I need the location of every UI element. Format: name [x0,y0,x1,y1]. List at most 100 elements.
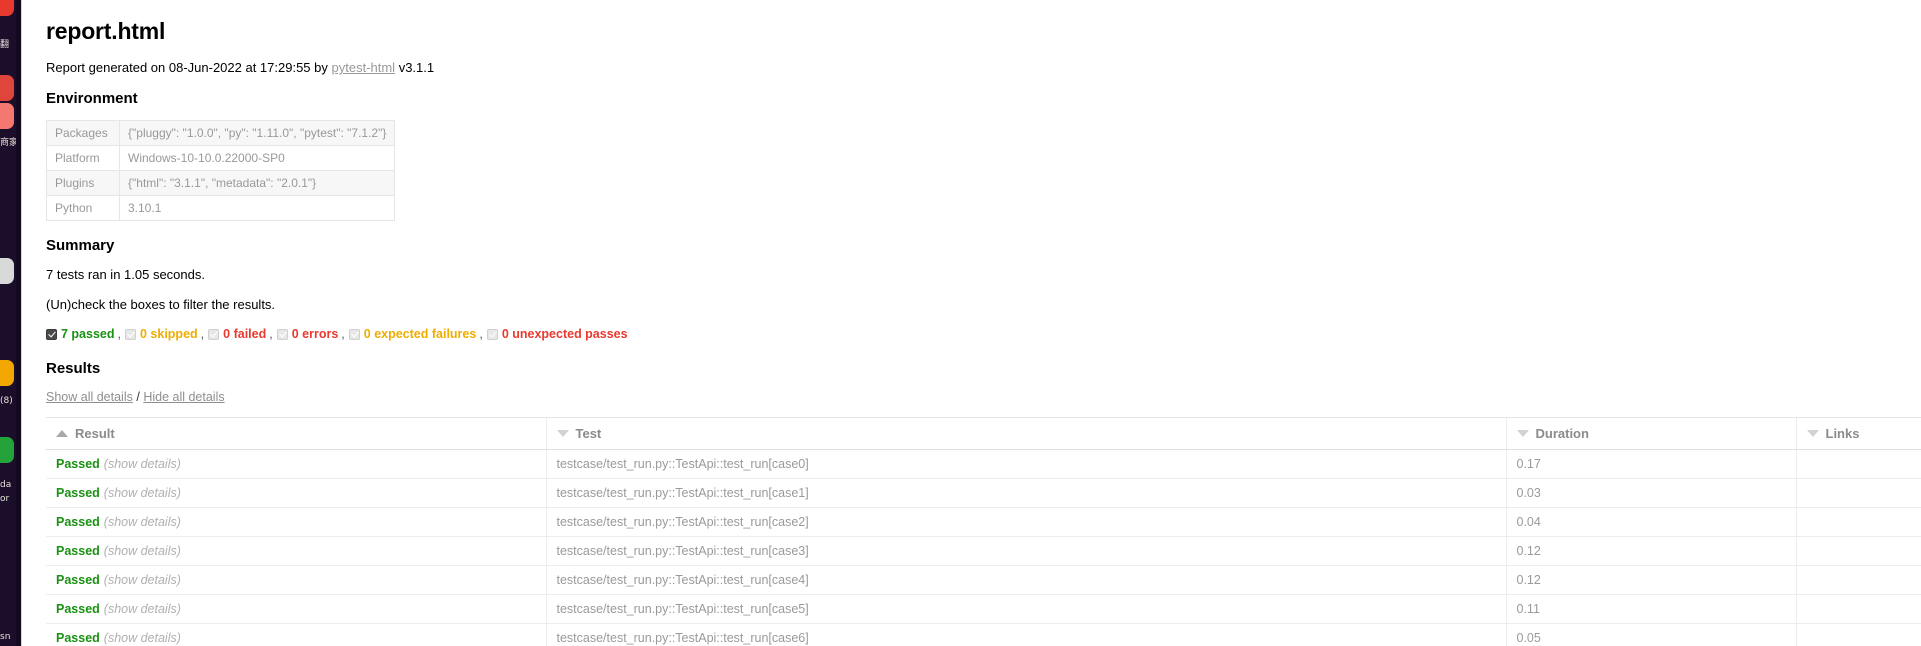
results-col-label: Duration [1535,426,1589,441]
test-name-cell: testcase/test_run.py::TestApi::test_run[… [545,623,1506,646]
environment-value: {"pluggy": "1.0.0", "py": "1.11.0", "pyt… [118,120,396,146]
status-badge: Passed [56,544,100,558]
filter-separator: , [117,327,121,341]
results-col-links[interactable]: Links [1795,417,1921,450]
table-row[interactable]: Passed (show details) testcase/test_run.py… [46,478,1921,508]
filter-checkbox[interactable] [486,329,498,340]
show-all-details-link[interactable]: Show all details [46,390,133,404]
environment-row: Python 3.10.1 [46,195,396,221]
sort-ascending-icon [56,430,68,437]
filter-label: 0 failed [223,327,267,341]
filter-checkbox[interactable] [348,329,360,340]
sort-descending-icon [1516,430,1529,437]
filter--unexpected-passes[interactable]: 0 unexpected passes [486,327,628,342]
result-cell: Passed (show details) [46,449,546,479]
table-row[interactable]: Passed (show details) testcase/test_run.py… [46,623,1921,646]
table-row[interactable]: Passed (show details) testcase/test_run.py… [46,507,1921,537]
table-row[interactable]: Passed (show details) testcase/test_run.py… [46,449,1921,479]
filter-separator: , [200,327,205,341]
dock-label-cjk-2: 商家 [0,138,16,148]
environment-value: Windows-10-10.0.22000-SP0 [118,145,396,171]
filter--errors[interactable]: 0 errors [276,327,339,342]
generated-suffix: v3.1.1 [395,60,435,75]
filter--failed[interactable]: 0 failed [208,327,266,342]
filter-label: 0 expected failures [363,327,477,341]
status-badge: Passed [56,602,100,616]
show-details-link[interactable]: (show details) [104,573,181,587]
show-details-link[interactable]: (show details) [104,602,181,616]
show-details-link[interactable]: (show details) [104,544,181,558]
results-col-test[interactable]: Test [545,417,1506,450]
screen: 翻商家 (8) da or sn report.html Report generate… [0,0,1921,646]
report-generated-line: Report generated on 08-Jun-2022 at 17:29… [46,60,1921,76]
status-badge: Passed [56,515,100,529]
filter-hint: (Un)check the boxes to filter the result… [46,297,276,312]
results-col-duration[interactable]: Duration [1505,417,1796,450]
result-cell: Passed (show details) [46,594,546,624]
table-row[interactable]: Passed (show details) testcase/test_run.py… [46,594,1921,624]
app-icon-orange[interactable] [0,360,14,386]
details-link-separator: / [136,390,140,404]
dock-label-cjk-1: 翻 [0,40,10,50]
hide-all-details-link[interactable]: Hide all details [143,390,224,404]
duration-cell: 0.12 [1505,536,1796,566]
app-icon-grey-sphere[interactable] [0,258,14,284]
show-details-link[interactable]: (show details) [104,631,181,645]
result-filters[interactable]: 7 passed, 0 skipped, 0 failed, 0 errors, 0 e… [46,327,1921,342]
table-row[interactable]: Passed (show details) testcase/test_run.py… [46,536,1921,566]
sort-descending-icon [556,430,569,437]
test-name-cell: testcase/test_run.py::TestApi::test_run[… [545,507,1506,537]
app-icon-blue-drop[interactable] [0,75,14,101]
dock-label-da: da [0,480,12,490]
filter-checkbox[interactable] [276,329,288,340]
filter--expected-failures[interactable]: 0 expected failures [348,327,477,342]
environment-row: Plugins {"html": "3.1.1", "metadata": "2.… [46,170,396,196]
pytest-html-link[interactable]: pytest-html [332,60,396,75]
duration-cell: 0.03 [1505,478,1796,508]
app-icon-salmon[interactable] [0,103,14,129]
environment-key: Python [46,195,120,221]
status-badge: Passed [56,486,100,500]
tests-ran-line: 7 tests ran in 1.05 seconds. [46,267,205,282]
show-details-link[interactable]: (show details) [104,515,181,529]
dock-label-bottom: sn [0,632,11,642]
environment-key: Packages [46,120,120,146]
os-dock-sidebar[interactable]: 翻商家 (8) da or sn [0,0,16,646]
status-badge: Passed [56,573,100,587]
app-icon-green-circle[interactable] [0,437,14,463]
filter-checkbox[interactable] [125,329,136,340]
environment-key: Plugins [46,170,120,196]
duration-cell: 0.05 [1505,623,1796,646]
results-col-result[interactable]: Result [46,417,546,450]
table-row[interactable]: Passed (show details) testcase/test_run.py… [46,565,1921,595]
filter--skipped[interactable]: 0 skipped [125,327,198,342]
filter-label: 0 errors [291,327,339,341]
report-page: report.html Report generated on 08-Jun-2… [21,0,1921,646]
links-cell [1795,565,1921,595]
test-name-cell: testcase/test_run.py::TestApi::test_run[… [545,449,1506,479]
environment-row: Platform Windows-10-10.0.22000-SP0 [46,145,396,171]
dock-label-or: or [0,494,10,504]
filter-checkbox[interactable] [46,329,57,340]
show-details-link[interactable]: (show details) [104,457,181,471]
app-icon-red-rounded[interactable] [0,0,14,16]
filter-label: 0 skipped [140,327,198,341]
environment-table: Packages {"pluggy": "1.0.0", "py": "1.11.… [46,120,396,221]
test-name-cell: testcase/test_run.py::TestApi::test_run[… [545,565,1506,595]
links-cell [1795,594,1921,624]
duration-cell: 0.11 [1505,594,1796,624]
result-cell: Passed (show details) [46,565,546,595]
links-cell [1795,507,1921,537]
page-title: report.html [46,18,166,44]
filter-separator: , [341,327,345,341]
test-name-cell: testcase/test_run.py::TestApi::test_run[… [545,536,1506,566]
results-col-label: Links [1825,426,1860,441]
show-details-link[interactable]: (show details) [104,486,181,500]
filter-checkbox[interactable] [208,329,220,340]
filter-label: 0 unexpected passes [501,327,628,341]
results-heading: Results [46,360,101,377]
links-cell [1795,449,1921,479]
status-badge: Passed [56,631,100,645]
result-cell: Passed (show details) [46,507,546,537]
filter--passed[interactable]: 7 passed [46,327,115,342]
